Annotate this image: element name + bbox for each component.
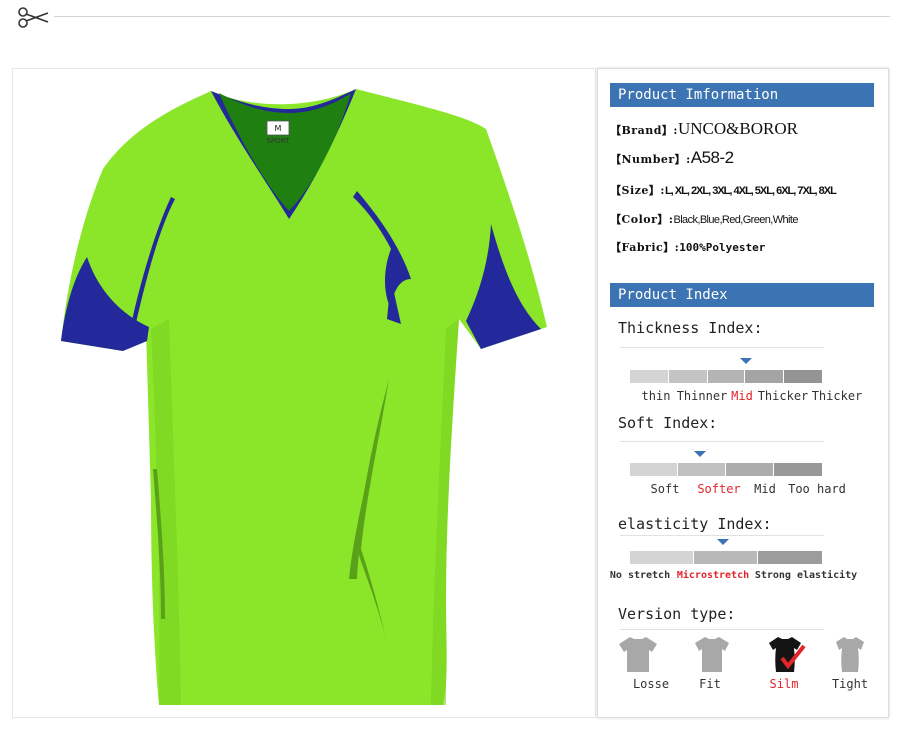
elasticity-bar-3 [758, 551, 822, 564]
divider [620, 629, 824, 630]
thickness-label-thinner: Thinner [676, 389, 728, 403]
divider [620, 535, 824, 536]
thickness-label-mid: Mid [731, 389, 753, 403]
number-row: 【Number】:A58-2 [610, 148, 734, 168]
slim-tshirt-icon [769, 637, 806, 672]
cut-line [54, 16, 890, 17]
soft-label-too-hard: Too hard [788, 482, 846, 496]
version-label-loose: Losse [632, 677, 670, 691]
brand-key: 【Brand】: [610, 124, 678, 137]
elasticity-label-strong: Strong elasticity [754, 570, 858, 581]
soft-bar-3 [726, 463, 773, 476]
number-value: A58-2 [690, 148, 734, 167]
elasticity-label-microstretch: Microstretch [676, 570, 750, 581]
soft-bar-1 [630, 463, 677, 476]
soft-bar-2 [678, 463, 725, 476]
thickness-label-thicker: Thicker [757, 389, 809, 403]
elasticity-bar-2 [694, 551, 757, 564]
soft-bar-4 [774, 463, 822, 476]
product-information-header: Product Imformation [610, 83, 874, 107]
product-info-panel: Product Imformation 【Brand】:UNCO&BOROR 【… [597, 68, 889, 718]
brand-row: 【Brand】:UNCO&BOROR [610, 119, 798, 139]
version-label-slim: Silm [769, 677, 799, 691]
thickness-marker [740, 358, 752, 364]
color-key: 【Color】: [610, 213, 674, 226]
divider [620, 441, 824, 442]
thickness-bar-2 [669, 370, 707, 383]
thickness-bar-4 [745, 370, 783, 383]
fabric-key: 【Fabric】: [610, 241, 680, 254]
elasticity-marker [717, 539, 729, 545]
fabric-row: 【Fabric】:100%Polyester [610, 236, 765, 255]
version-label-tight: Tight [831, 677, 869, 691]
thickness-label-thin: thin [641, 389, 671, 403]
version-label-fit: Fit [699, 677, 721, 691]
size-key: 【Size】: [610, 184, 665, 197]
elasticity-index-title: elasticity Index: [618, 515, 772, 533]
thickness-bar-3 [708, 370, 744, 383]
soft-label-soft: Soft [650, 482, 680, 496]
loose-tshirt-icon [619, 637, 657, 672]
version-type-title: Version type: [618, 605, 736, 623]
thickness-label-thicker-2: Thicker [811, 389, 863, 403]
soft-label-softer: Softer [697, 482, 741, 496]
soft-index-title: Soft Index: [618, 414, 718, 432]
size-row: 【Size】:L, XL, 2XL, 3XL, 4XL, 5XL, 6XL, 7… [610, 179, 837, 198]
elasticity-bar-1 [630, 551, 693, 564]
collar-sport-label: SPORT [267, 137, 291, 145]
product-index-header: Product Index [610, 283, 874, 307]
scissors-icon [18, 7, 49, 28]
tight-tshirt-icon [836, 637, 864, 672]
fabric-value: 100%Polyester [679, 241, 766, 254]
soft-marker [694, 451, 706, 457]
fit-tshirt-icon [695, 637, 729, 672]
color-row: 【Color】:Black,Blue,Red,Green,White [610, 208, 798, 227]
green-tshirt-image: M SPORT [61, 89, 547, 705]
product-photo-panel: M SPORT [12, 68, 596, 718]
color-value: Black,Blue,Red,Green,White [673, 214, 798, 226]
thickness-index-title: Thickness Index: [618, 319, 763, 337]
collar-brand-label: M [275, 124, 282, 133]
thickness-bar-1 [630, 370, 668, 383]
number-key: 【Number】: [610, 153, 691, 166]
divider [620, 347, 824, 348]
soft-label-mid: Mid [754, 482, 776, 496]
elasticity-label-no-stretch: No stretch [609, 570, 671, 581]
thickness-bar-5 [784, 370, 822, 383]
brand-value: UNCO&BOROR [677, 119, 798, 138]
size-value: L, XL, 2XL, 3XL, 4XL, 5XL, 6XL, 7XL, 8XL [664, 185, 837, 197]
